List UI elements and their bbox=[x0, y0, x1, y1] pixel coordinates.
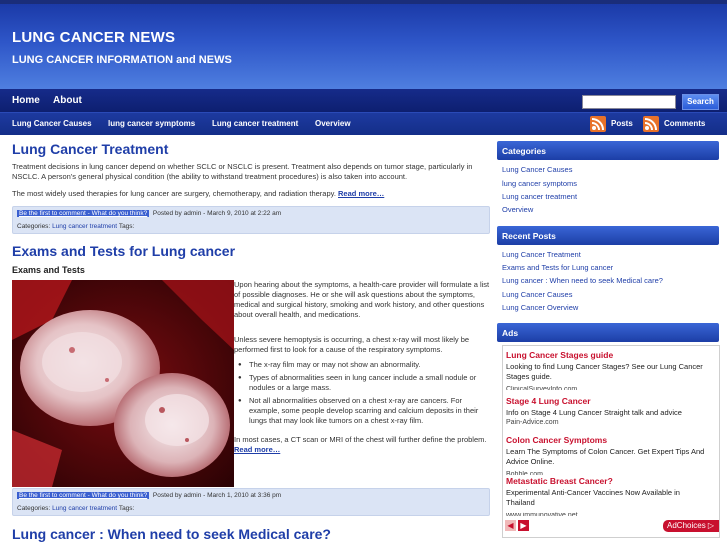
nav-lung-cancer-treatment[interactable]: Lung cancer treatment bbox=[212, 119, 298, 128]
category-nav: Lung Cancer Causes lung cancer symptoms … bbox=[0, 113, 727, 135]
comment-link[interactable]: Be the first to comment - What do you th… bbox=[17, 492, 150, 499]
list-item: Types of abnormalities seen in lung canc… bbox=[234, 373, 490, 393]
post-categories-line: Categories: Lung cancer treatment Tags: bbox=[17, 223, 134, 230]
nav-home[interactable]: Home bbox=[12, 95, 40, 106]
post-meta: Be the first to comment - What do you th… bbox=[12, 488, 490, 516]
post-paragraph-text: In most cases, a CT scan or MRI of the c… bbox=[234, 435, 487, 444]
nav-overview[interactable]: Overview bbox=[315, 119, 351, 128]
ad-text: Learn The Symptoms of Colon Cancer. Get … bbox=[506, 447, 705, 466]
nav-lung-cancer-causes[interactable]: Lung Cancer Causes bbox=[12, 119, 92, 128]
post-categories-line: Categories: Lung cancer treatment Tags: bbox=[17, 505, 134, 512]
rss-comments-icon[interactable] bbox=[643, 116, 659, 132]
comment-link[interactable]: Be the first to comment - What do you th… bbox=[17, 210, 150, 217]
ad-text: Experimental Anti-Cancer Vaccines Now Av… bbox=[506, 488, 680, 507]
tags-label: Tags: bbox=[118, 505, 135, 512]
list-item: The x-ray film may or may not show an ab… bbox=[234, 360, 490, 370]
list-item: Not all abnormalities observed on a ches… bbox=[234, 396, 490, 426]
ad-title[interactable]: Metastatic Breast Cancer? bbox=[506, 476, 613, 486]
post-paragraph: The most widely used therapies for lung … bbox=[12, 189, 490, 199]
search-input[interactable] bbox=[582, 95, 676, 109]
ad-title[interactable]: Stage 4 Lung Cancer bbox=[506, 396, 591, 406]
post-meta-line: Be the first to comment - What do you th… bbox=[17, 210, 281, 217]
sidebar-recent-heading: Recent Posts bbox=[497, 226, 719, 245]
post-paragraph: Upon hearing about the symptoms, a healt… bbox=[234, 280, 490, 319]
sidebar-recent-link[interactable]: Lung Cancer Treatment bbox=[502, 250, 581, 259]
rss-posts-icon[interactable] bbox=[590, 116, 606, 132]
post-title[interactable]: Lung Cancer Treatment bbox=[12, 141, 168, 157]
nav-lung-cancer-symptoms[interactable]: lung cancer symptoms bbox=[108, 119, 195, 128]
ad-text: Info on Stage 4 Lung Cancer Straight tal… bbox=[506, 408, 682, 417]
posted-by: Posted by admin - March 9, 2010 at 2:22 … bbox=[152, 210, 282, 217]
ad-next-icon[interactable]: ▶ bbox=[518, 520, 529, 531]
post-paragraph: Treatment decisions in lung cancer depen… bbox=[12, 162, 473, 181]
tags-label: Tags: bbox=[118, 223, 135, 230]
post-title[interactable]: Exams and Tests for Lung cancer bbox=[12, 243, 235, 259]
category-link[interactable]: Lung cancer treatment bbox=[52, 505, 117, 512]
site-subtitle: LUNG CANCER INFORMATION and NEWS bbox=[12, 54, 232, 66]
sidebar-recent-link[interactable]: Lung cancer : When need to seek Medical … bbox=[502, 276, 663, 285]
ad-url[interactable]: ClinicalSurveyInfo.com bbox=[506, 386, 577, 390]
post-title[interactable]: Lung cancer : When need to seek Medical … bbox=[12, 526, 331, 542]
nav-about[interactable]: About bbox=[53, 95, 82, 106]
ad-title[interactable]: Colon Cancer Symptoms bbox=[506, 435, 607, 445]
sidebar-category-link[interactable]: lung cancer symptoms bbox=[502, 179, 577, 188]
post-paragraph-text: The most widely used therapies for lung … bbox=[12, 189, 336, 198]
sidebar-recent-link[interactable]: Exams and Tests for Lung cancer bbox=[502, 263, 613, 272]
post-paragraph: Unless severe hemoptysis is occurring, a… bbox=[234, 335, 470, 354]
adchoices-badge[interactable]: AdChoices ▷ bbox=[663, 520, 719, 532]
site-header: LUNG CANCER NEWS LUNG CANCER INFORMATION… bbox=[0, 0, 727, 89]
post-subheading: Exams and Tests bbox=[12, 265, 85, 275]
adchoices-icon: ▷ bbox=[707, 521, 715, 530]
ad-prev-icon[interactable]: ◀ bbox=[505, 520, 516, 531]
categories-label: Categories: bbox=[17, 223, 51, 230]
adchoices-label: AdChoices bbox=[667, 521, 706, 530]
sidebar-categories-heading: Categories bbox=[497, 141, 719, 160]
post-bullet-list: The x-ray film may or may not show an ab… bbox=[234, 360, 490, 429]
post-meta-line: Be the first to comment - What do you th… bbox=[17, 492, 281, 499]
sidebar-recent-link[interactable]: Lung Cancer Causes bbox=[502, 290, 572, 299]
comments-feed-link[interactable]: Comments bbox=[664, 119, 705, 128]
site-title[interactable]: LUNG CANCER NEWS bbox=[12, 29, 175, 46]
posted-by: Posted by admin - March 1, 2010 at 3:36 … bbox=[152, 492, 282, 499]
tumor-photo bbox=[12, 280, 234, 487]
posts-feed-link[interactable]: Posts bbox=[611, 119, 633, 128]
ad-url[interactable]: Pain-Advice.com bbox=[506, 419, 559, 426]
search-button[interactable]: Search bbox=[682, 94, 719, 110]
ad-url[interactable]: Bobble.com bbox=[506, 471, 543, 475]
sidebar-category-link[interactable]: Lung Cancer Causes bbox=[502, 165, 572, 174]
read-more-link[interactable]: Read more… bbox=[338, 189, 384, 198]
sidebar-ads-heading: Ads bbox=[497, 323, 719, 342]
sidebar-category-link[interactable]: Lung cancer treatment bbox=[502, 192, 577, 201]
ads-box: Lung Cancer Stages guide Looking to find… bbox=[502, 345, 720, 538]
ad-title[interactable]: Lung Cancer Stages guide bbox=[506, 350, 613, 360]
post-meta: Be the first to comment - What do you th… bbox=[12, 206, 490, 234]
post-paragraph: In most cases, a CT scan or MRI of the c… bbox=[234, 435, 490, 455]
read-more-link[interactable]: Read more… bbox=[234, 445, 280, 454]
sidebar-category-link[interactable]: Overview bbox=[502, 205, 533, 214]
sidebar-recent-link[interactable]: Lung Cancer Overview bbox=[502, 303, 578, 312]
categories-label: Categories: bbox=[17, 505, 51, 512]
ad-url[interactable]: www.immunovative.net bbox=[506, 512, 578, 516]
ad-text: Looking to find Lung Cancer Stages? See … bbox=[506, 362, 703, 381]
category-link[interactable]: Lung cancer treatment bbox=[52, 223, 117, 230]
